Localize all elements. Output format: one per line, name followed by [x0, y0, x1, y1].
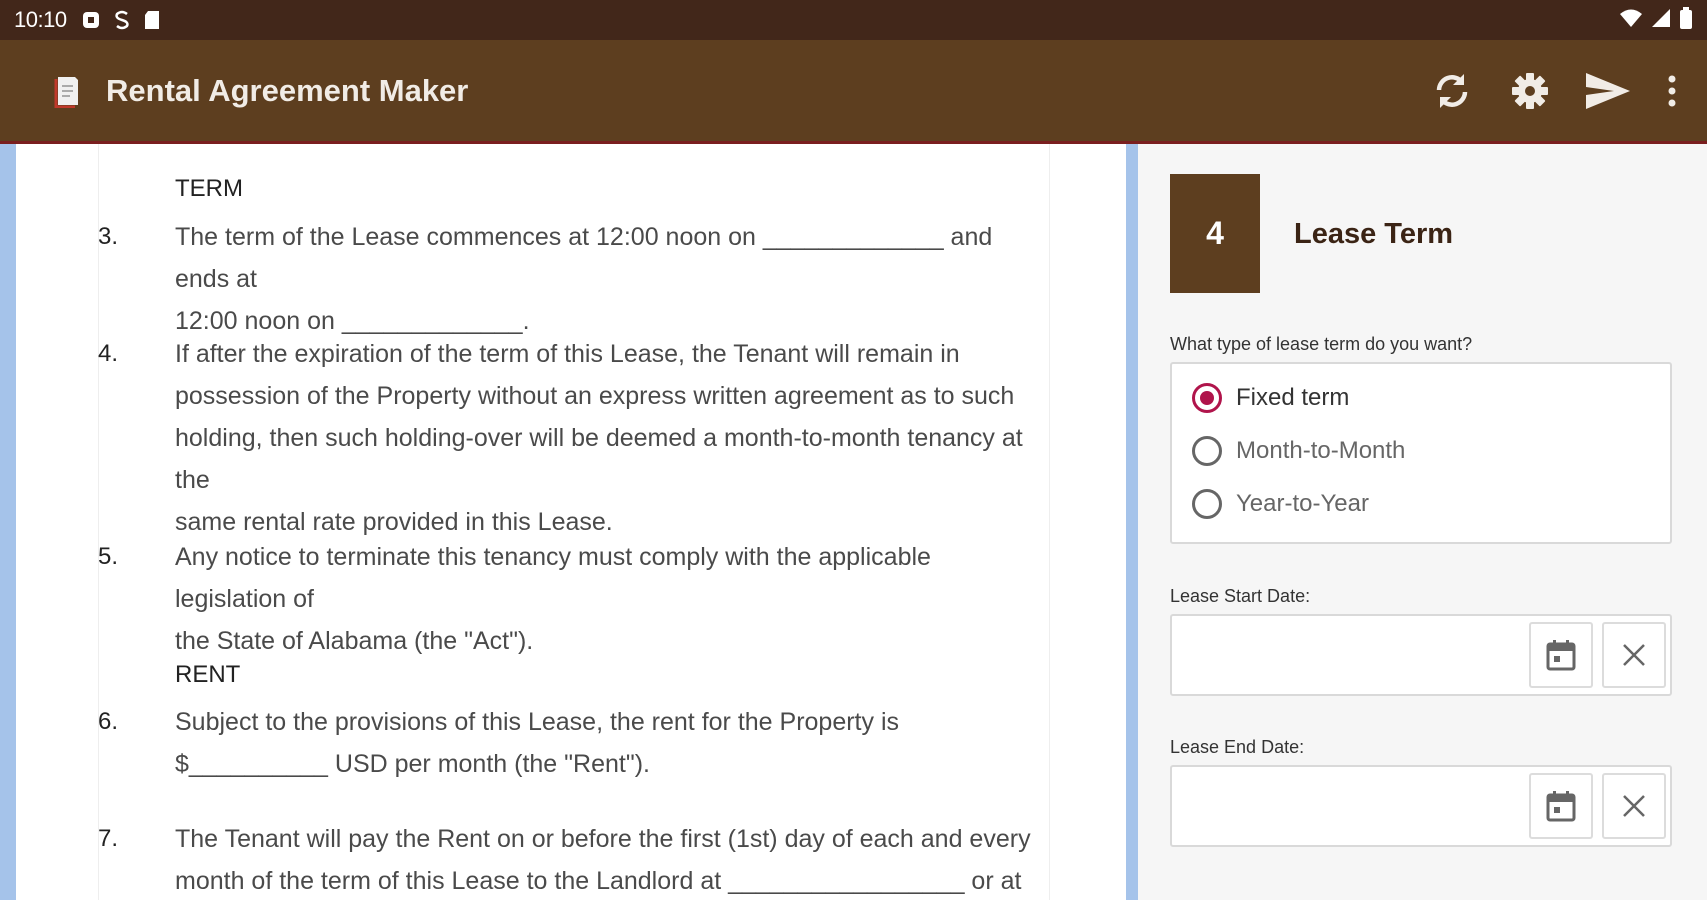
radio-unchecked-icon [1192, 436, 1222, 466]
notification-box-icon [81, 10, 101, 30]
send-button[interactable] [1579, 62, 1637, 120]
calendar-icon [1546, 791, 1576, 822]
more-vertical-icon [1668, 75, 1676, 106]
section-heading-term: TERM [175, 175, 243, 202]
app-bar: Rental Agreement Maker [0, 40, 1707, 144]
sd-card-icon [143, 10, 161, 30]
clause-number: 5. [98, 543, 119, 570]
clause-line: The term of the Lease commences at 12:00… [175, 223, 993, 293]
refresh-icon [1436, 73, 1468, 108]
clause-line: the State of Alabama (the "Act"). [175, 627, 534, 655]
battery-icon [1679, 6, 1693, 34]
status-bar: 10:10 [0, 0, 1707, 40]
lease-end-date-input[interactable] [1182, 781, 1526, 833]
clause-line: Subject to the provisions of this Lease,… [175, 708, 899, 736]
radio-label: Year-to-Year [1236, 490, 1369, 517]
radio-unchecked-icon [1192, 489, 1222, 519]
lease-type-radio-group: Fixed term Month-to-Month Year-to-Year [1170, 362, 1672, 544]
clause-line: If after the expiration of the term of t… [175, 340, 960, 368]
clause-line: month of the term of this Lease to the L… [175, 867, 1022, 895]
clause-line: holding, then such holding-over will be … [175, 424, 1023, 494]
start-date-calendar-button[interactable] [1529, 622, 1593, 688]
lease-end-date-field [1170, 765, 1672, 847]
status-time: 10:10 [14, 7, 67, 32]
start-date-clear-button[interactable] [1602, 622, 1666, 688]
radio-year-to-year[interactable]: Year-to-Year [1192, 484, 1369, 524]
lease-start-date-label: Lease Start Date: [1170, 586, 1311, 606]
radio-month-to-month[interactable]: Month-to-Month [1192, 431, 1405, 471]
refresh-button[interactable] [1423, 62, 1481, 120]
end-date-calendar-button[interactable] [1529, 773, 1593, 839]
pane-divider[interactable] [1126, 144, 1138, 900]
document-left-accent [0, 144, 16, 900]
clause-number: 4. [98, 340, 119, 367]
radio-fixed-term[interactable]: Fixed term [1192, 378, 1349, 418]
section-heading-rent: RENT [175, 661, 241, 688]
clause-number: 6. [98, 708, 119, 735]
close-icon [1623, 795, 1645, 817]
app-title: Rental Agreement Maker [106, 72, 469, 108]
clause-number: 3. [98, 223, 119, 250]
more-options-button[interactable] [1657, 62, 1687, 120]
radio-label: Fixed term [1236, 384, 1350, 411]
clause-line: Any notice to terminate this tenancy mus… [175, 543, 931, 613]
clause-line: The Tenant will pay the Rent on or befor… [175, 825, 1031, 853]
s-app-icon [113, 10, 131, 30]
lease-start-date-field [1170, 614, 1672, 696]
document-preview[interactable]: TERM 3. The term of the Lease commences … [0, 144, 1126, 900]
radio-checked-icon [1192, 383, 1222, 413]
wifi-icon [1619, 8, 1643, 33]
clause-line: $__________ USD per month (the "Rent"). [175, 750, 650, 778]
app-actions [1403, 62, 1687, 120]
end-date-clear-button[interactable] [1602, 773, 1666, 839]
signal-icon [1651, 8, 1671, 33]
settings-button[interactable] [1501, 62, 1559, 120]
send-icon [1586, 72, 1630, 109]
clause-line: possession of the Property without an ex… [175, 382, 1015, 410]
form-pane: 4 Lease Term What type of lease term do … [1138, 144, 1707, 900]
step-number-badge: 4 [1170, 174, 1260, 293]
app-logo-icon [50, 74, 84, 108]
step-title: Lease Term [1294, 218, 1454, 250]
lease-start-date-input[interactable] [1182, 630, 1526, 682]
close-icon [1623, 644, 1645, 666]
clause-number: 7. [98, 825, 119, 852]
calendar-icon [1546, 640, 1576, 671]
lease-end-date-label: Lease End Date: [1170, 737, 1305, 757]
settings-gear-icon [1512, 72, 1548, 109]
lease-type-question: What type of lease term do you want? [1170, 334, 1473, 354]
radio-label: Month-to-Month [1236, 437, 1406, 464]
